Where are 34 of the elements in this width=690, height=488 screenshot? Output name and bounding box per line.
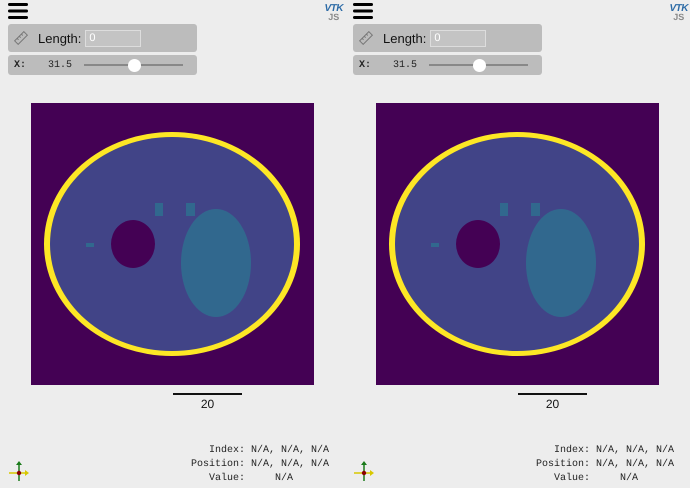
info-label: Value: (552, 473, 590, 484)
length-label: Length: (383, 30, 426, 46)
info-value: N/A (619, 473, 640, 484)
length-field[interactable]: 0 (430, 30, 486, 46)
info-value: N/A, N/A, N/A (596, 459, 676, 470)
slider-thumb[interactable] (473, 58, 486, 72)
axis-label: X: (359, 60, 372, 70)
scale-label: 20 (546, 397, 560, 411)
ruler-icon[interactable] (359, 31, 373, 45)
info-value: N/A (274, 473, 294, 484)
info-value: N/A, N/A, N/A (596, 445, 676, 456)
menu-icon[interactable] (8, 3, 28, 19)
slider-reading: 31.5 (393, 60, 418, 70)
ruler-icon[interactable] (14, 31, 28, 45)
slider-reading: 31.5 (48, 60, 72, 70)
scale-bar (173, 393, 242, 395)
axes-icon (8, 460, 30, 482)
logo: VTK JS (670, 4, 688, 22)
axes-icon (353, 460, 375, 482)
menu-icon[interactable] (353, 3, 373, 19)
length-field[interactable]: 0 (85, 30, 142, 46)
length-label: Length: (38, 30, 82, 46)
scale-label: 20 (200, 397, 214, 411)
axis-label: X: (14, 60, 28, 70)
info-label: Index: (208, 445, 245, 456)
slider-thumb[interactable] (128, 58, 142, 72)
info-label: Position: (536, 459, 590, 470)
logo: VTK JS (324, 4, 343, 22)
scale-bar (518, 393, 587, 395)
info-label: Value: (208, 473, 245, 484)
info-value: N/A, N/A, N/A (251, 459, 330, 470)
info-label: Position: (190, 459, 245, 470)
info-label: Index: (552, 445, 590, 456)
info-value: N/A, N/A, N/A (251, 445, 330, 456)
